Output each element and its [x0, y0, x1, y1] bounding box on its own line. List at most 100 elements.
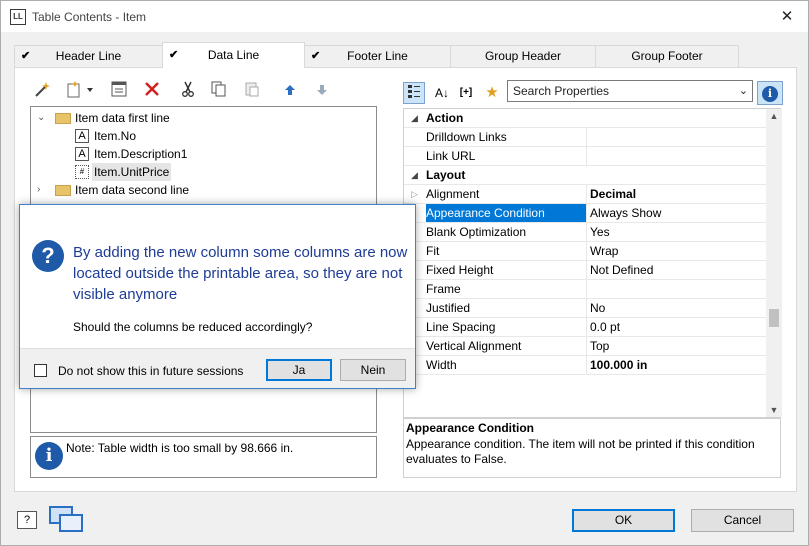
help-icon[interactable]: ?: [17, 511, 37, 529]
property-value[interactable]: Always Show: [590, 204, 661, 222]
info-button[interactable]: i: [757, 81, 783, 105]
tree-item-folder[interactable]: › Item data second line: [37, 181, 367, 199]
property-name: Justified: [426, 299, 587, 317]
property-name: Fixed Height: [426, 261, 587, 279]
new-item-icon[interactable]: [63, 81, 97, 103]
tab-group-header[interactable]: Group Header: [450, 45, 596, 67]
search-placeholder: Search Properties: [513, 84, 610, 98]
ok-button[interactable]: OK: [572, 509, 675, 532]
property-value[interactable]: Not Defined: [590, 261, 653, 279]
property-name: Link URL: [426, 147, 587, 165]
property-row[interactable]: Frame: [404, 280, 766, 299]
copy-icon[interactable]: [208, 81, 230, 103]
tab-label: Group Header: [484, 49, 562, 63]
categorized-view-icon[interactable]: [403, 82, 425, 104]
category-row-layout[interactable]: ◢ Layout: [404, 166, 766, 185]
tree-item[interactable]: A Item.No: [37, 127, 367, 145]
folder-icon: [55, 185, 71, 196]
vertical-scrollbar[interactable]: ▲ ▼: [766, 109, 782, 417]
tab-group-footer[interactable]: Group Footer: [595, 45, 739, 67]
move-up-icon[interactable]: [279, 81, 301, 103]
tree-item-folder[interactable]: ⌄ Item data first line: [37, 109, 367, 127]
property-name: Appearance Condition: [426, 204, 587, 222]
property-row[interactable]: ▷ Alignment Decimal: [404, 185, 766, 204]
property-row[interactable]: Justified No: [404, 299, 766, 318]
property-grid[interactable]: ◢ Action Drilldown Links Link URL ◢ Layo…: [403, 108, 782, 418]
app-logo-icon: LL: [10, 9, 26, 25]
question-icon: ?: [32, 240, 64, 272]
property-row-selected[interactable]: Appearance Condition Always Show: [404, 204, 766, 223]
property-name: Frame: [426, 280, 587, 298]
chevron-down-icon[interactable]: ◢: [411, 109, 418, 127]
property-row[interactable]: Vertical Alignment Top: [404, 337, 766, 356]
info-icon: i: [35, 442, 63, 470]
tree-item-selected[interactable]: # Item.UnitPrice: [37, 163, 367, 181]
scroll-thumb[interactable]: [769, 309, 779, 327]
yes-button[interactable]: Ja: [266, 359, 332, 381]
tab-data-line[interactable]: ✔ Data Line: [162, 42, 305, 68]
chevron-down-icon[interactable]: ◢: [411, 166, 418, 184]
category-label: Layout: [426, 168, 466, 182]
dont-show-checkbox[interactable]: [34, 364, 47, 377]
window-title: Table Contents - Item: [32, 10, 147, 24]
scroll-down-icon[interactable]: ▼: [766, 403, 782, 417]
message-dialog: ? By adding the new column some columns …: [19, 204, 416, 389]
magic-wand-icon[interactable]: [31, 81, 53, 103]
property-row[interactable]: Blank Optimization Yes: [404, 223, 766, 242]
cancel-button[interactable]: Cancel: [691, 509, 794, 532]
text-field-icon: A: [75, 129, 89, 143]
move-down-icon[interactable]: [311, 81, 333, 103]
favorites-star-icon[interactable]: ★: [481, 82, 503, 104]
property-name: Blank Optimization: [426, 223, 587, 241]
no-button[interactable]: Nein: [340, 359, 406, 381]
tree-item[interactable]: A Item.Description1: [37, 145, 367, 163]
tab-header-line[interactable]: ✔ Header Line: [14, 45, 163, 67]
property-value[interactable]: 100.000 in: [590, 356, 647, 374]
tree-item-label: Item data second line: [75, 183, 190, 197]
tab-label: Footer Line: [347, 49, 408, 63]
tab-label: Group Footer: [631, 49, 703, 63]
category-row-action[interactable]: ◢ Action: [404, 109, 766, 128]
search-properties-input[interactable]: Search Properties ⌄: [507, 80, 753, 102]
property-value[interactable]: 0.0 pt: [590, 318, 620, 336]
property-value[interactable]: Top: [590, 337, 609, 355]
expand-all-icon[interactable]: [+]: [455, 82, 477, 104]
property-value[interactable]: Yes: [590, 223, 610, 241]
tree-item-label: Item data first line: [75, 111, 170, 125]
note-text: Note: Table width is too small by 98.666…: [66, 441, 294, 455]
windows-icon[interactable]: [49, 506, 85, 532]
chevron-right-icon[interactable]: ›: [37, 181, 49, 199]
property-row[interactable]: Link URL: [404, 147, 766, 166]
dialog-message: By adding the new column some columns ar…: [73, 244, 408, 303]
dialog-footer: Do not show this in future sessions Ja N…: [20, 348, 415, 388]
property-name: Fit: [426, 242, 587, 260]
property-row[interactable]: Drilldown Links: [404, 128, 766, 147]
dont-show-label[interactable]: Do not show this in future sessions: [58, 364, 243, 378]
close-button[interactable]: ✕: [774, 7, 800, 27]
property-value[interactable]: Wrap: [590, 242, 618, 260]
tab-label: Data Line: [207, 48, 260, 62]
property-row[interactable]: Width 100.000 in: [404, 356, 766, 375]
numeric-field-icon: #: [75, 165, 89, 179]
scroll-up-icon[interactable]: ▲: [766, 109, 782, 123]
property-row[interactable]: Fit Wrap: [404, 242, 766, 261]
property-name: Drilldown Links: [426, 128, 587, 146]
tab-footer-line[interactable]: ✔ Footer Line: [304, 45, 451, 67]
property-value[interactable]: No: [590, 299, 605, 317]
property-row[interactable]: Fixed Height Not Defined: [404, 261, 766, 280]
chevron-down-icon[interactable]: ⌄: [37, 109, 49, 127]
property-row[interactable]: Line Spacing 0.0 pt: [404, 318, 766, 337]
description-title: Appearance Condition: [406, 421, 535, 435]
chevron-down-icon[interactable]: ⌄: [739, 81, 748, 101]
paste-icon[interactable]: [241, 81, 263, 103]
note-box: i Note: Table width is too small by 98.6…: [30, 436, 377, 478]
cut-icon[interactable]: [177, 81, 199, 103]
sort-alpha-icon[interactable]: A↓: [431, 82, 453, 104]
title-bar: LL Table Contents - Item ✕: [1, 1, 808, 32]
chevron-right-icon[interactable]: ▷: [411, 185, 418, 203]
dialog-question: Should the columns be reduced accordingl…: [73, 320, 313, 334]
delete-icon[interactable]: [141, 81, 163, 103]
property-value[interactable]: Decimal: [590, 185, 636, 203]
properties-icon[interactable]: [108, 81, 130, 103]
property-name: Alignment: [426, 185, 587, 203]
